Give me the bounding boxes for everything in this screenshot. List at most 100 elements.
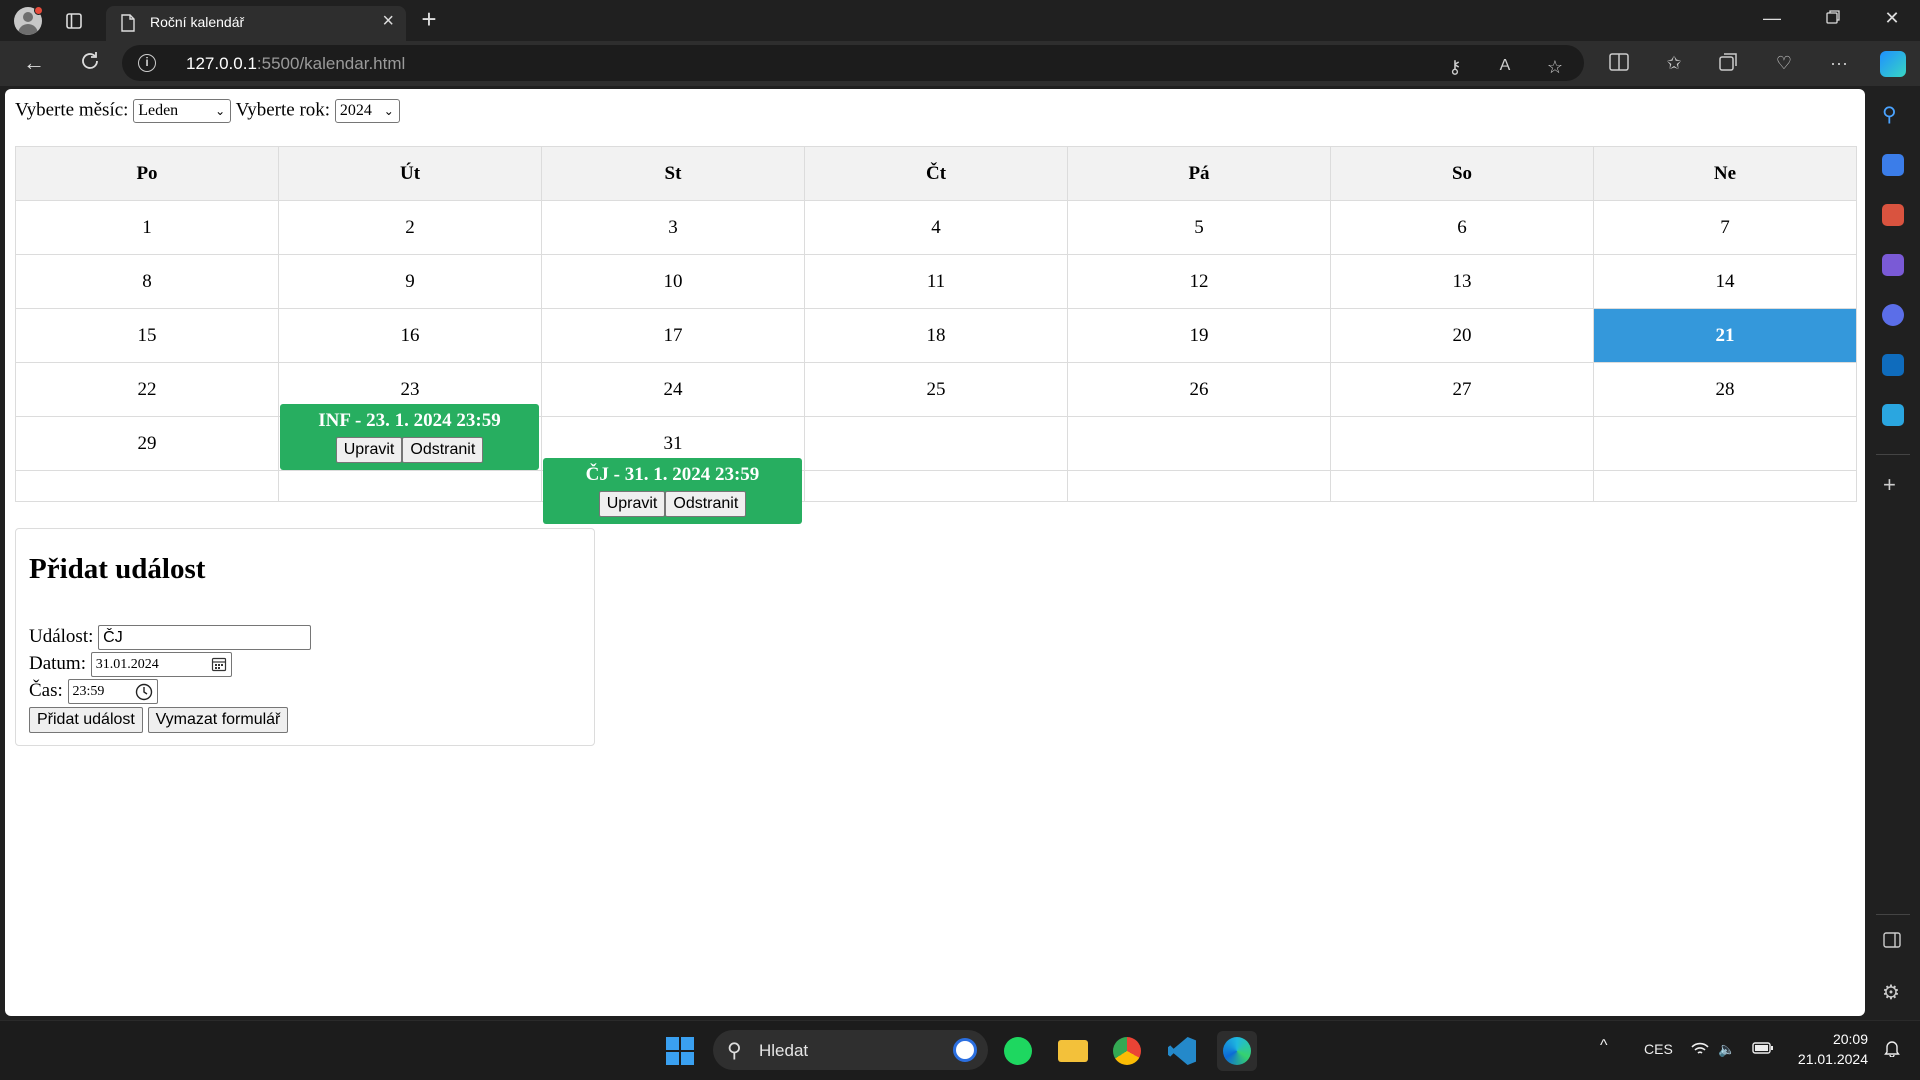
day-cell[interactable]: 13: [1330, 254, 1594, 309]
day-cell[interactable]: 12: [1067, 254, 1331, 309]
day-cell[interactable]: 25: [804, 362, 1068, 417]
edge-icon[interactable]: [1217, 1031, 1257, 1071]
date-input[interactable]: 31.01.2024: [90, 652, 232, 680]
edge-sidebar: ⚲ + ⚙: [1866, 86, 1920, 1018]
games-icon[interactable]: [1882, 254, 1904, 276]
day-cell[interactable]: 10: [541, 254, 805, 309]
empty-day-cell: [804, 470, 1068, 502]
edit-event-button[interactable]: Upravit: [598, 491, 666, 517]
empty-day-cell: [1593, 416, 1857, 471]
day-cell[interactable]: 3: [541, 200, 805, 255]
day-cell[interactable]: 14: [1593, 254, 1857, 309]
day-cell[interactable]: 31 ČJ - 31. 1. 2024 23:59 Upravit Odstranit: [541, 416, 805, 524]
day-cell[interactable]: 28: [1593, 362, 1857, 417]
day-cell[interactable]: 19: [1067, 308, 1331, 363]
day-cell[interactable]: 4: [804, 200, 1068, 255]
day-cell[interactable]: 16: [278, 308, 542, 363]
volume-icon[interactable]: 🔈: [1718, 1041, 1735, 1058]
send-icon[interactable]: [1882, 404, 1904, 426]
day-number: 20: [1452, 324, 1472, 346]
day-cell[interactable]: 6: [1330, 200, 1594, 255]
month-select[interactable]: Leden ⌄: [133, 99, 232, 123]
day-cell[interactable]: 9: [278, 254, 542, 309]
copilot-icon[interactable]: [1880, 51, 1906, 77]
add-sidebar-icon[interactable]: +: [1883, 472, 1896, 498]
taskbar-search[interactable]: ⚲ Hledat: [713, 1030, 988, 1070]
browser-essentials-icon[interactable]: ♡: [1771, 53, 1797, 74]
shopping-icon[interactable]: [1882, 154, 1904, 176]
bing-icon[interactable]: [953, 1038, 977, 1062]
battery-icon[interactable]: [1752, 1041, 1774, 1058]
day-cell[interactable]: 2: [278, 200, 542, 255]
clear-form-button[interactable]: Vymazat formulář: [147, 707, 289, 733]
delete-event-button[interactable]: Odstranit: [665, 491, 747, 517]
close-window-icon[interactable]: ✕: [1872, 8, 1912, 29]
day-cell[interactable]: 27: [1330, 362, 1594, 417]
tab-close-icon[interactable]: ×: [382, 10, 394, 33]
favorites-icon[interactable]: ✩: [1661, 53, 1687, 74]
tools-icon[interactable]: [1882, 204, 1904, 226]
day-number: 22: [137, 378, 157, 400]
day-cell[interactable]: 15: [15, 308, 279, 363]
day-cell[interactable]: 1: [15, 200, 279, 255]
address-bar: ← i 127.0.0.1:5500/kalendar.html ⚷ A ☆ ✩…: [0, 41, 1920, 86]
site-info-icon[interactable]: i: [138, 54, 156, 72]
tab-actions-icon[interactable]: [62, 9, 86, 33]
copilot-sidebar-icon[interactable]: [1882, 304, 1904, 326]
day-cell[interactable]: 26: [1067, 362, 1331, 417]
wifi-icon[interactable]: [1690, 1041, 1710, 1060]
day-cell[interactable]: 11: [804, 254, 1068, 309]
day-cell[interactable]: 29: [15, 416, 279, 471]
start-windows-icon[interactable]: [666, 1037, 694, 1065]
day-cell[interactable]: 20: [1330, 308, 1594, 363]
day-number: 3: [668, 216, 678, 238]
day-cell[interactable]: 22: [15, 362, 279, 417]
day-cell[interactable]: 5: [1067, 200, 1331, 255]
minimize-icon[interactable]: —: [1752, 8, 1792, 29]
more-menu-icon[interactable]: ···: [1826, 53, 1852, 74]
favorite-star-icon[interactable]: ☆: [1542, 57, 1568, 78]
new-tab-icon[interactable]: +: [414, 4, 444, 35]
language-indicator[interactable]: CES: [1644, 1041, 1673, 1057]
read-aloud-icon[interactable]: A: [1492, 57, 1518, 75]
day-cell[interactable]: 23 INF - 23. 1. 2024 23:59 Upravit Odstrani…: [278, 362, 542, 470]
year-select[interactable]: 2024 ⌄: [334, 99, 400, 123]
show-hidden-icons[interactable]: ^: [1600, 1037, 1608, 1055]
collections-icon[interactable]: [1716, 53, 1742, 76]
url-box[interactable]: i 127.0.0.1:5500/kalendar.html ⚷ A ☆: [122, 45, 1584, 81]
settings-gear-icon[interactable]: ⚙: [1882, 980, 1900, 1005]
notification-bell-icon[interactable]: [1884, 1039, 1900, 1060]
day-number: 15: [137, 324, 157, 346]
event-badge: INF - 23. 1. 2024 23:59 Upravit Odstranit: [280, 404, 539, 470]
outlook-icon[interactable]: [1882, 354, 1904, 376]
split-screen-icon[interactable]: [1606, 53, 1632, 76]
calendar-picker-icon[interactable]: [211, 656, 227, 680]
edit-event-button[interactable]: Upravit: [335, 437, 403, 463]
day-number: 4: [931, 216, 941, 238]
day-cell[interactable]: 17: [541, 308, 805, 363]
day-number: 9: [405, 270, 415, 292]
spotify-icon[interactable]: [998, 1031, 1038, 1071]
refresh-icon[interactable]: [76, 50, 104, 78]
back-icon[interactable]: ←: [20, 50, 48, 78]
sidebar-layout-icon[interactable]: [1883, 932, 1901, 953]
day-cell[interactable]: 7: [1593, 200, 1857, 255]
day-cell[interactable]: 18: [804, 308, 1068, 363]
delete-event-button[interactable]: Odstranit: [402, 437, 484, 463]
chrome-icon[interactable]: [1107, 1031, 1147, 1071]
time-input[interactable]: 23:59: [67, 679, 158, 704]
search-icon[interactable]: ⚲: [1882, 102, 1897, 127]
add-event-button[interactable]: Přidat událost: [29, 707, 143, 733]
event-input[interactable]: ČJ: [98, 625, 312, 650]
clock-picker-icon[interactable]: [135, 683, 153, 709]
file-explorer-icon[interactable]: [1052, 1031, 1092, 1071]
restore-icon[interactable]: [1813, 8, 1853, 29]
day-cell[interactable]: 24: [541, 362, 805, 417]
vscode-icon[interactable]: [1162, 1031, 1202, 1071]
system-clock[interactable]: 20:09 21.01.2024: [1778, 1029, 1868, 1069]
tab-active[interactable]: Roční kalendář ×: [106, 6, 406, 41]
key-icon[interactable]: ⚷: [1442, 57, 1468, 78]
weekday-header: Ne: [1593, 146, 1857, 201]
day-cell[interactable]: 21: [1593, 308, 1857, 363]
day-cell[interactable]: 8: [15, 254, 279, 309]
